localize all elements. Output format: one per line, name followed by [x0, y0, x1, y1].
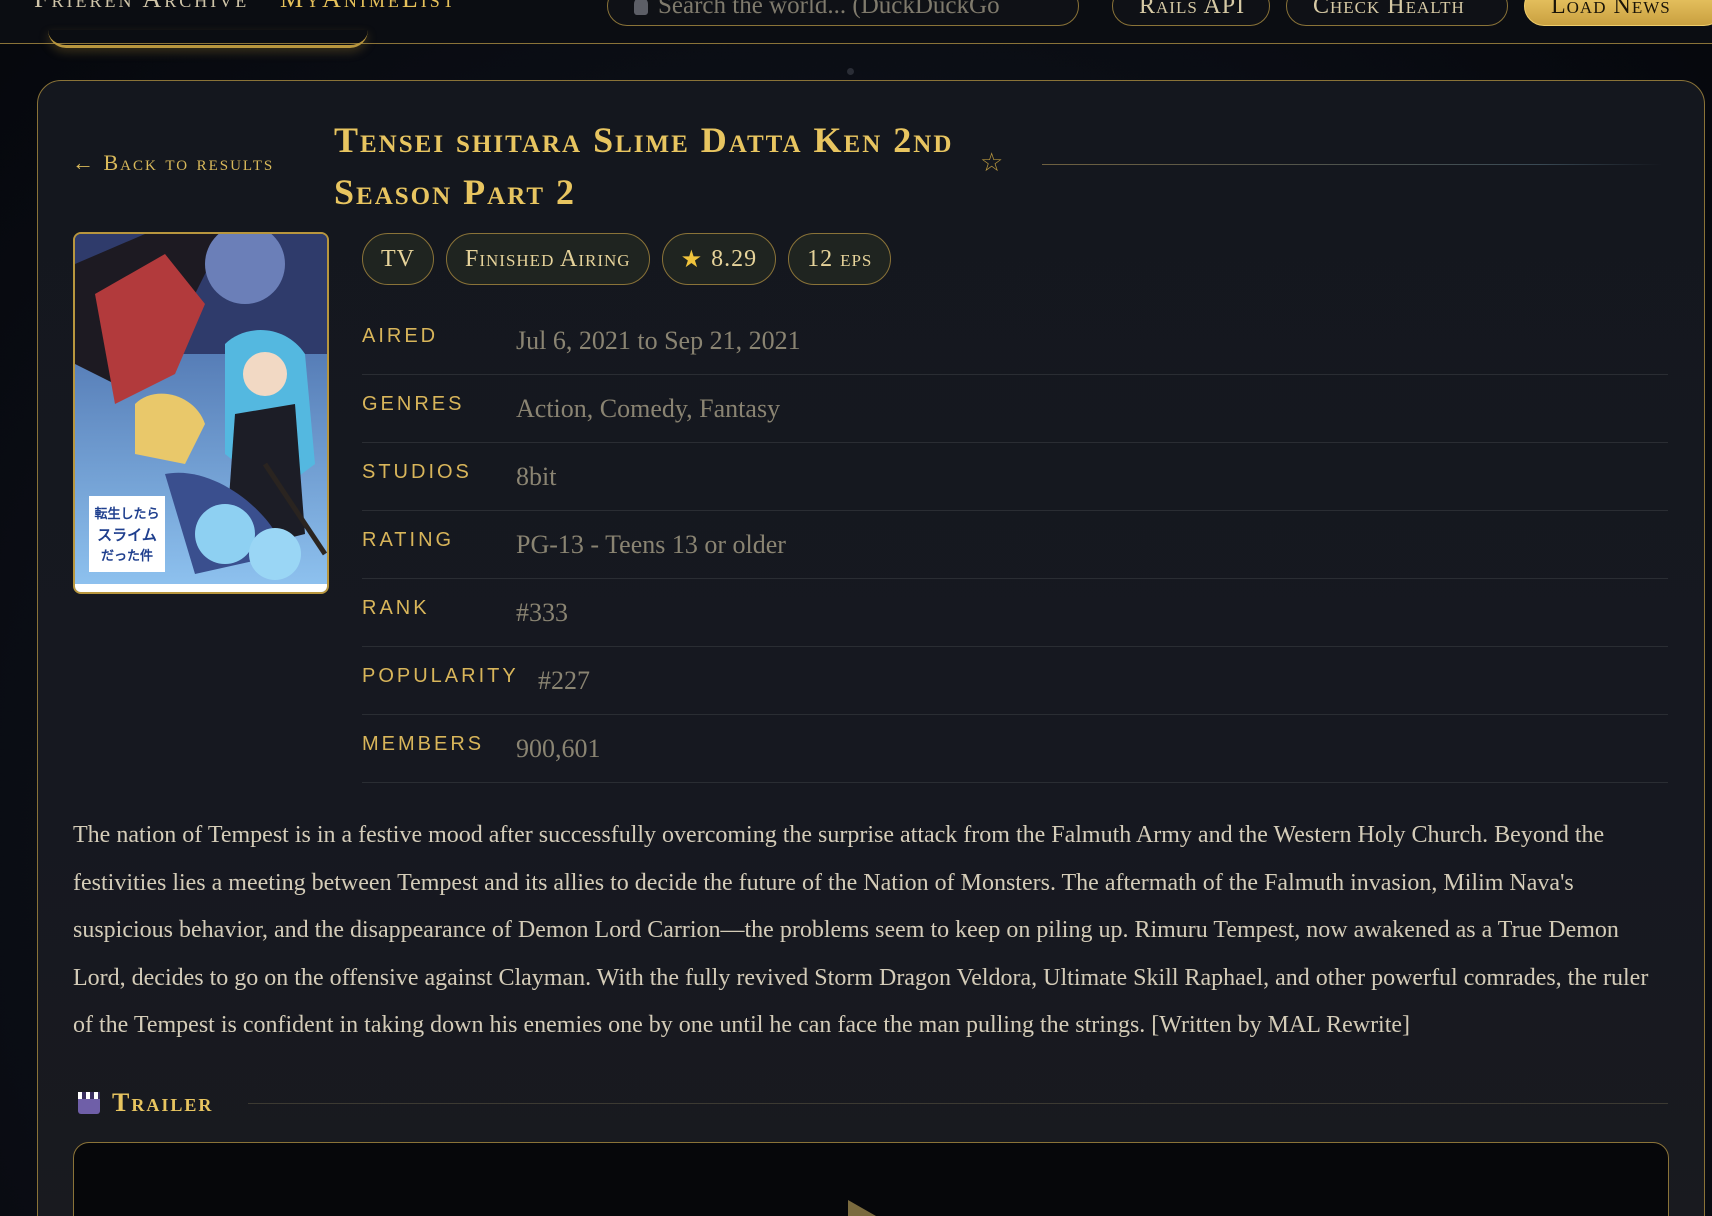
info-label: Genres	[362, 393, 465, 415]
info-value: 900,601	[516, 733, 601, 763]
synopsis-text: The nation of Tempest is in a festive mo…	[73, 822, 1649, 1038]
info-value: 8bit	[516, 461, 557, 491]
poster-logo-line-1: 転生したら	[94, 506, 159, 522]
play-icon[interactable]	[848, 1200, 876, 1216]
brand-accent: MyAnimeList	[280, 0, 457, 13]
info-row-rank: Rank #333	[362, 579, 1668, 647]
info-row-studios: Studios 8bit	[362, 443, 1668, 511]
back-to-results-link[interactable]: ← Back to results	[72, 150, 274, 176]
poster-illustration: 転生したら スライム だった件	[75, 234, 327, 592]
decorative-dot	[847, 68, 854, 75]
trailer-heading: Trailer	[78, 1088, 213, 1118]
anime-title: Tensei shitara Slime Datta Ken 2nd Seaso…	[334, 120, 954, 212]
star-icon: ★	[680, 246, 704, 273]
info-label: Members	[362, 733, 485, 755]
info-row-aired: Aired Jul 6, 2021 to Sep 21, 2021	[362, 307, 1668, 375]
load-news-button[interactable]: Load News	[1524, 0, 1712, 26]
info-label: Rating	[362, 529, 455, 551]
check-health-button[interactable]: Check Health	[1286, 0, 1508, 26]
info-label: Studios	[362, 461, 472, 483]
info-label: Aired	[362, 325, 439, 347]
info-value: #333	[516, 597, 568, 627]
info-label: Popularity	[362, 665, 519, 687]
brand-title[interactable]: Frieren Archive · MyAnimeList	[34, 0, 457, 14]
search-input[interactable]: Search the world... (DuckDuckGo	[607, 0, 1079, 26]
trailer-title: Trailer	[112, 1088, 214, 1117]
search-icon	[634, 0, 648, 15]
info-value: PG-13 - Teens 13 or older	[516, 529, 786, 559]
info-row-rating: Rating PG-13 - Teens 13 or older	[362, 511, 1668, 579]
status-badge: Finished Airing	[446, 233, 650, 285]
type-badge: TV	[362, 233, 434, 285]
info-row-genres: Genres Action, Comedy, Fantasy	[362, 375, 1668, 443]
brand-prefix: Frieren Archive ·	[34, 0, 280, 13]
score-badge: ★ 8.29	[661, 233, 777, 285]
clapperboard-icon	[78, 1092, 100, 1114]
favorite-star-icon[interactable]: ☆	[980, 150, 1003, 176]
info-value: Action, Comedy, Fantasy	[516, 393, 781, 423]
active-tab-indicator	[48, 30, 368, 48]
search-placeholder: Search the world... (DuckDuckGo	[658, 0, 1000, 19]
title-divider	[1042, 164, 1662, 165]
info-row-popularity: Popularity #227	[362, 647, 1668, 715]
info-label: Rank	[362, 597, 430, 619]
score-value: 8.29	[711, 245, 758, 272]
info-table: Aired Jul 6, 2021 to Sep 21, 2021 Genres…	[362, 307, 1668, 783]
poster-logo-line-2: スライム	[97, 526, 157, 544]
episodes-badge: 12 eps	[788, 233, 892, 285]
poster-logo-line-3: だった件	[101, 548, 153, 564]
info-value: #227	[538, 665, 590, 695]
info-value: Jul 6, 2021 to Sep 21, 2021	[516, 325, 801, 355]
anime-poster: 転生したら スライム だった件	[73, 232, 329, 594]
info-row-members: Members 900,601	[362, 715, 1668, 783]
trailer-divider	[248, 1103, 1668, 1104]
badge-row: TV Finished Airing ★ 8.29 12 eps	[362, 233, 892, 285]
rails-api-button[interactable]: Rails API	[1112, 0, 1270, 26]
